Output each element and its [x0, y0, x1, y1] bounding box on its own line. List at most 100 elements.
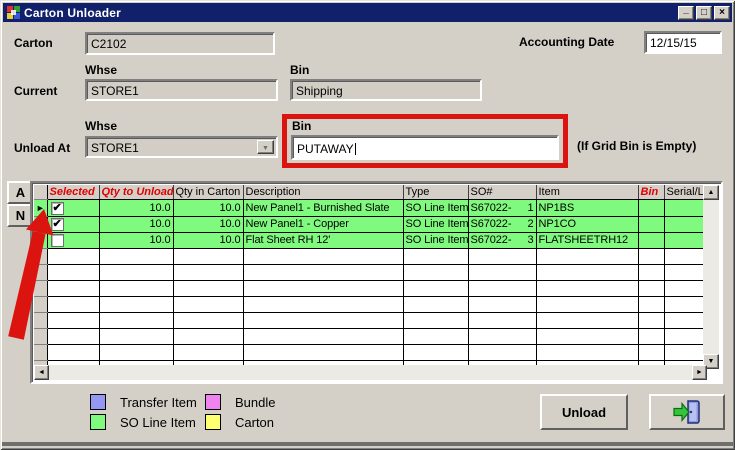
grid-cell-qty-to-unload[interactable]: 10.0	[99, 232, 173, 248]
grid-data-row[interactable]: 10.010.0Flat Sheet RH 12'SO Line ItemsS6…	[34, 232, 707, 248]
unload-bin-input[interactable]: PUTAWAY	[291, 135, 559, 160]
grid-cell-item[interactable]: NP1CO	[536, 216, 638, 232]
scroll-left-icon[interactable]: ◄	[34, 365, 49, 380]
grid-data-row[interactable]: ►✔10.010.0New Panel1 - Burnished SlateSO…	[34, 199, 707, 216]
grid-cell-item[interactable]	[536, 312, 638, 328]
row-checkbox-checked[interactable]: ✔	[51, 202, 64, 215]
grid-cell-so[interactable]	[468, 312, 536, 328]
grid-cell-type[interactable]	[403, 280, 468, 296]
grid-cell-qty-in-carton[interactable]: 10.0	[173, 199, 243, 216]
grid-cell-qty-to-unload[interactable]: 10.0	[99, 216, 173, 232]
grid-cell-selected[interactable]	[47, 344, 99, 360]
grid-cell-serial[interactable]	[664, 296, 707, 312]
title-bar[interactable]: Carton Unloader _ □ ×	[3, 3, 732, 22]
grid-cell-item[interactable]	[536, 328, 638, 344]
grid-header-selected[interactable]: Selected	[47, 185, 99, 199]
grid-empty-row[interactable]	[34, 344, 707, 360]
grid-cell-so[interactable]	[468, 280, 536, 296]
grid-cell-bin[interactable]	[638, 280, 664, 296]
grid-cell-so[interactable]: S67022-2	[468, 216, 536, 232]
grid-cell-item[interactable]	[536, 280, 638, 296]
grid-cell-so[interactable]	[468, 328, 536, 344]
grid-cell-type[interactable]	[403, 344, 468, 360]
grid-cell-type[interactable]	[403, 296, 468, 312]
grid-cell-description[interactable]: New Panel1 - Burnished Slate	[243, 199, 403, 216]
grid-cell-item[interactable]	[536, 264, 638, 280]
grid-cell-so[interactable]: S67022-3	[468, 232, 536, 248]
grid-cell-bin[interactable]	[638, 248, 664, 264]
grid-cell-description[interactable]	[243, 296, 403, 312]
grid-cell-type[interactable]	[403, 264, 468, 280]
horizontal-scrollbar[interactable]: ◄ ►	[34, 365, 707, 380]
grid-cell-item[interactable]	[536, 248, 638, 264]
grid-cell-qty-in-carton[interactable]: 10.0	[173, 216, 243, 232]
grid-cell-selected[interactable]: ✔	[47, 216, 99, 232]
grid-cell-selected[interactable]	[47, 280, 99, 296]
grid-cell-qty_in_carton[interactable]	[173, 328, 243, 344]
scroll-up-icon[interactable]: ▲	[703, 185, 719, 200]
grid-cell-serial[interactable]	[664, 328, 707, 344]
grid-cell-qty_to_unload[interactable]	[99, 280, 173, 296]
grid-cell-bin[interactable]	[638, 328, 664, 344]
grid-cell-selected[interactable]	[47, 312, 99, 328]
grid-cell-description[interactable]	[243, 344, 403, 360]
grid-header-serial[interactable]: Serial/Lot	[664, 185, 707, 199]
grid-cell-description[interactable]	[243, 248, 403, 264]
grid-cell-qty_to_unload[interactable]	[99, 264, 173, 280]
grid-cell-qty_to_unload[interactable]	[99, 344, 173, 360]
grid-cell-qty_in_carton[interactable]	[173, 344, 243, 360]
grid-cell-serial[interactable]	[664, 232, 707, 248]
unload-whse-combo[interactable]: STORE1 ▼	[85, 136, 278, 158]
grid-cell-so[interactable]	[468, 264, 536, 280]
grid-cell-bin[interactable]	[638, 199, 664, 216]
grid-empty-row[interactable]	[34, 312, 707, 328]
grid-cell-serial[interactable]	[664, 344, 707, 360]
grid-cell-type[interactable]: SO Line Items	[403, 199, 468, 216]
grid-cell-selected[interactable]	[47, 296, 99, 312]
grid-empty-row[interactable]	[34, 248, 707, 264]
grid-data-row[interactable]: ✔10.010.0New Panel1 - CopperSO Line Item…	[34, 216, 707, 232]
grid-header-type[interactable]: Type	[403, 185, 468, 199]
grid-cell-description[interactable]	[243, 328, 403, 344]
scroll-right-icon[interactable]: ►	[692, 365, 707, 380]
accounting-date-field[interactable]: 12/15/15	[644, 31, 722, 54]
row-checkbox-checked[interactable]: ✔	[51, 218, 64, 231]
grid-cell-bin[interactable]	[638, 344, 664, 360]
grid-cell-qty_to_unload[interactable]	[99, 248, 173, 264]
grid-cell-serial[interactable]	[664, 248, 707, 264]
dropdown-arrow-icon[interactable]: ▼	[257, 140, 274, 154]
grid-cell-qty_in_carton[interactable]	[173, 248, 243, 264]
grid-cell-bin[interactable]	[638, 312, 664, 328]
grid-cell-description[interactable]	[243, 280, 403, 296]
grid-cell-item[interactable]: NP1BS	[536, 199, 638, 216]
grid-cell-qty_in_carton[interactable]	[173, 312, 243, 328]
grid-header-qty_to_unload[interactable]: Qty to Unload	[99, 185, 173, 199]
grid-cell-item[interactable]: FLATSHEETRH12	[536, 232, 638, 248]
grid-cell-description[interactable]: Flat Sheet RH 12'	[243, 232, 403, 248]
grid-cell-so[interactable]: S67022-1	[468, 199, 536, 216]
grid-cell-qty_in_carton[interactable]	[173, 280, 243, 296]
grid-cell-qty_in_carton[interactable]	[173, 264, 243, 280]
grid-header-bin[interactable]: Bin	[638, 185, 664, 199]
grid-cell-qty_to_unload[interactable]	[99, 296, 173, 312]
grid-header-item[interactable]: Item	[536, 185, 638, 199]
exit-button[interactable]	[649, 394, 725, 430]
grid-cell-selected[interactable]	[47, 264, 99, 280]
grid-header-description[interactable]: Description	[243, 185, 403, 199]
grid-cell-so[interactable]	[468, 248, 536, 264]
vertical-scrollbar[interactable]: ▲ ▼	[703, 185, 719, 369]
grid-cell-qty_to_unload[interactable]	[99, 328, 173, 344]
grid-cell-type[interactable]	[403, 328, 468, 344]
grid-cell-qty-to-unload[interactable]: 10.0	[99, 199, 173, 216]
grid-cell-qty_in_carton[interactable]	[173, 296, 243, 312]
grid-cell-description[interactable]	[243, 312, 403, 328]
grid-empty-row[interactable]	[34, 264, 707, 280]
unload-button[interactable]: Unload	[540, 394, 628, 430]
grid-cell-serial[interactable]	[664, 280, 707, 296]
grid-empty-row[interactable]	[34, 328, 707, 344]
grid-cell-type[interactable]: SO Line Items	[403, 216, 468, 232]
maximize-button[interactable]: □	[696, 6, 712, 20]
grid-cell-qty-in-carton[interactable]: 10.0	[173, 232, 243, 248]
grid-cell-serial[interactable]	[664, 264, 707, 280]
grid-cell-serial[interactable]	[664, 199, 707, 216]
